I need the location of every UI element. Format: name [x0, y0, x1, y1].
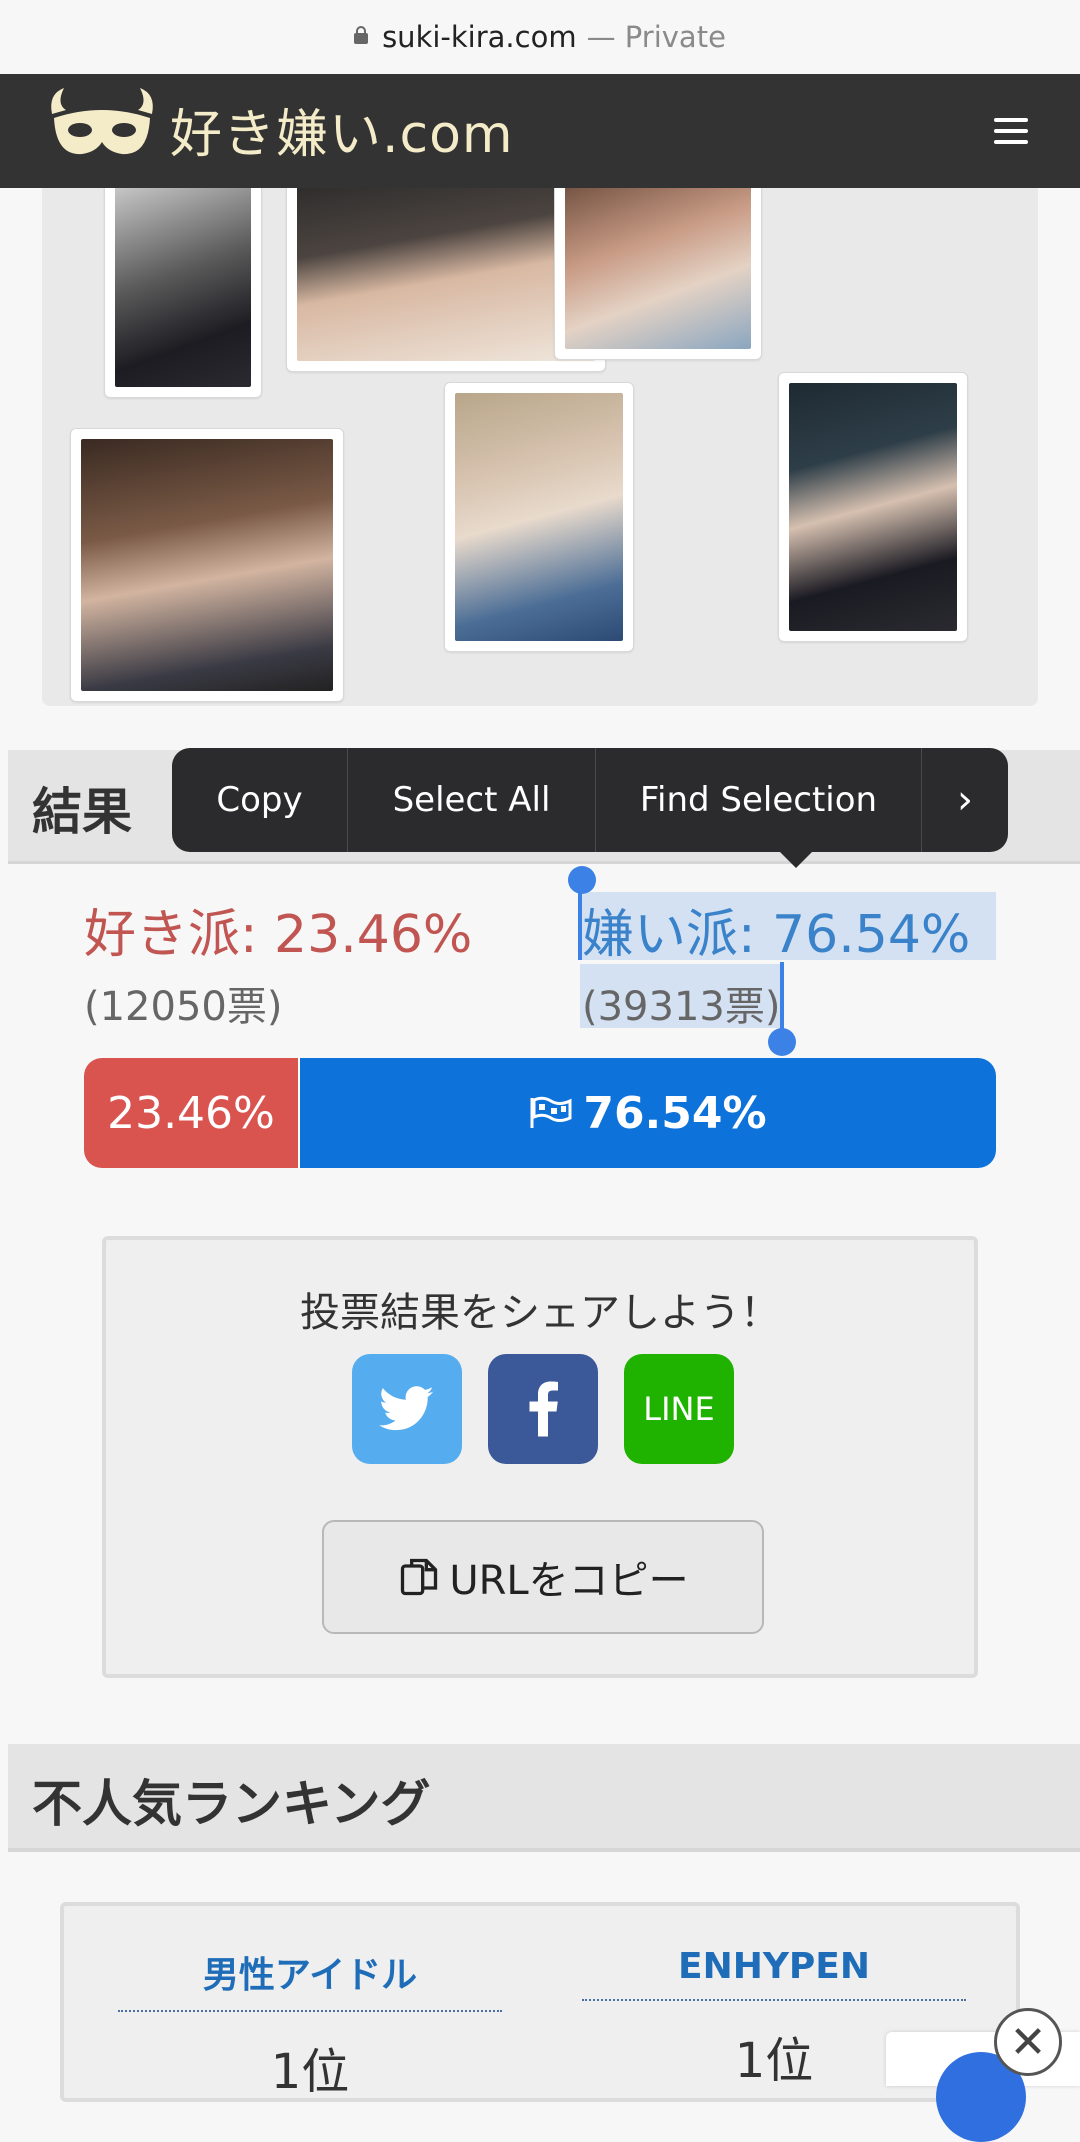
site-logo[interactable]: 好き嫌い.com	[44, 84, 514, 174]
text-selection-context-menu: Copy Select All Find Selection ›	[172, 748, 1008, 868]
close-ad-icon[interactable]: ✕	[994, 2008, 1062, 2076]
ranking-panel: 男性アイドル 1位 ENHYPEN 1位	[60, 1902, 1020, 2102]
ranking-column[interactable]: 男性アイドル 1位	[118, 1946, 502, 2102]
like-bar-segment: 23.46%	[84, 1058, 298, 1168]
lock-icon	[354, 26, 369, 44]
selection-end-handle[interactable]	[780, 962, 784, 1038]
gallery-photo[interactable]	[104, 188, 262, 398]
dislike-bar-label: 76.54%	[583, 1087, 767, 1139]
dislike-bar-segment: 76.54%	[297, 1058, 996, 1168]
gallery-photo[interactable]	[554, 188, 762, 360]
gallery-photo[interactable]	[70, 428, 344, 702]
menu-pointer	[780, 852, 812, 868]
copy-menu-item[interactable]: Copy	[172, 748, 348, 852]
dislike-percentage: 嫌い派: 76.54%	[582, 905, 971, 965]
more-menu-item[interactable]: ›	[922, 748, 1008, 852]
copy-url-label: URLをコピー	[449, 1558, 689, 1604]
line-share-button[interactable]: LINE	[624, 1354, 734, 1464]
site-header: 好き嫌い.com	[0, 74, 1080, 188]
like-vote-count: (12050票)	[84, 984, 283, 1030]
gallery-photo[interactable]	[778, 372, 968, 642]
flag-icon	[530, 1096, 572, 1128]
ranking-position: 1位	[270, 2044, 350, 2100]
copy-url-button[interactable]: URLをコピー	[322, 1520, 764, 1634]
like-percentage: 好き派: 23.46%	[84, 905, 473, 965]
photo-gallery	[42, 188, 1038, 706]
browser-url-bar[interactable]: suki-kira.com — Private	[0, 0, 1080, 74]
share-panel: 投票結果をシェアしよう！ LINE URLをコピー	[102, 1236, 978, 1678]
share-title: 投票結果をシェアしよう！	[300, 1290, 780, 1336]
site-name: 好き嫌い.com	[170, 104, 514, 165]
ranking-section-header: 不人気ランキング	[8, 1744, 1080, 1852]
copy-icon	[401, 1558, 438, 1596]
facebook-icon	[529, 1381, 558, 1437]
selection-start-handle-knob[interactable]	[568, 866, 596, 894]
find-selection-menu-item[interactable]: Find Selection	[596, 748, 922, 852]
selection-end-handle-knob[interactable]	[768, 1028, 796, 1056]
private-mode-label: — Private	[586, 20, 726, 54]
mask-icon	[51, 88, 153, 155]
select-all-menu-item[interactable]: Select All	[348, 748, 596, 852]
vote-ratio-bar: 23.46% 76.54%	[84, 1058, 996, 1168]
gallery-photo[interactable]	[444, 382, 634, 652]
facebook-share-button[interactable]	[488, 1354, 598, 1464]
twitter-share-button[interactable]	[352, 1354, 462, 1464]
result-heading: 結果	[32, 783, 132, 841]
ranking-heading: 不人気ランキング	[32, 1775, 431, 1833]
url-domain: suki-kira.com	[382, 20, 577, 54]
ranking-category-link[interactable]: 男性アイドル	[118, 1946, 502, 2012]
twitter-icon	[379, 1386, 434, 1431]
ranking-category-link[interactable]: ENHYPEN	[582, 1946, 966, 2001]
menu-icon[interactable]	[994, 118, 1028, 146]
dislike-vote-count: (39313票)	[582, 984, 781, 1030]
